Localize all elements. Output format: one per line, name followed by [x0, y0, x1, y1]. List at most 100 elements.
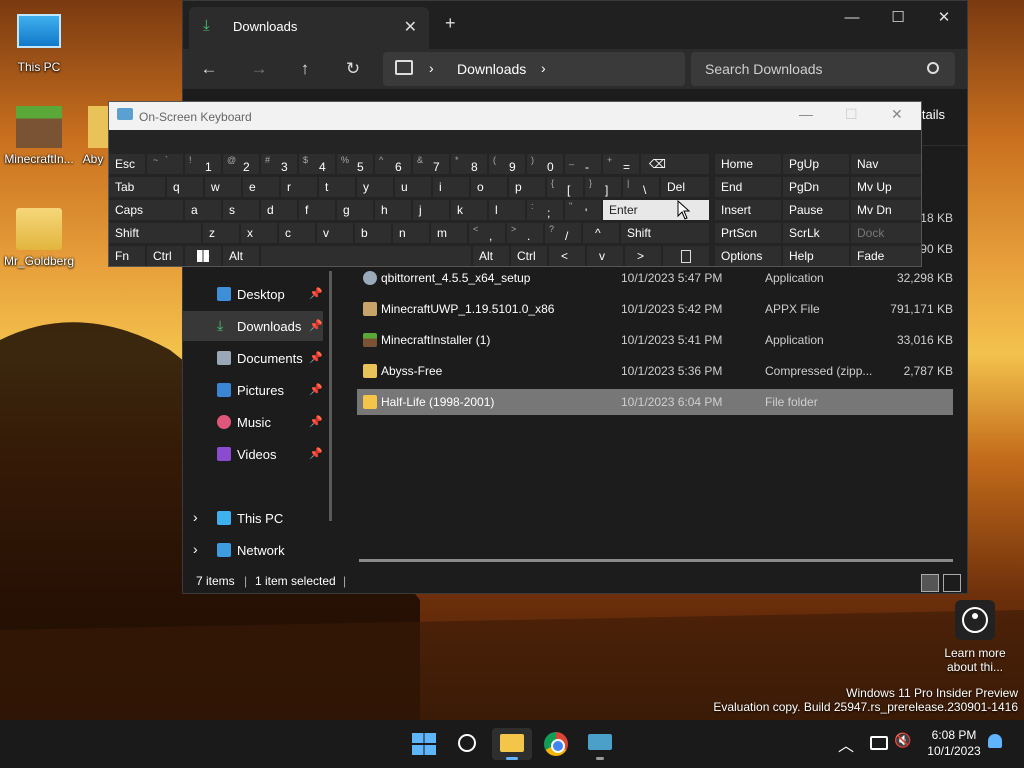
- key-q[interactable]: q: [167, 177, 203, 197]
- key-fade[interactable]: Fade: [851, 246, 921, 266]
- key-g[interactable]: g: [337, 200, 373, 220]
- chrome-taskbar-button[interactable]: [536, 728, 576, 760]
- key-end[interactable]: End: [715, 177, 781, 197]
- network-icon[interactable]: [870, 736, 888, 750]
- close-tab-icon[interactable]: ✕: [404, 17, 417, 37]
- osk-title-bar[interactable]: On-Screen Keyboard — ☐ ✕: [109, 102, 921, 130]
- key-z[interactable]: z: [203, 223, 239, 243]
- key-tab[interactable]: Tab: [109, 177, 165, 197]
- key-m[interactable]: m: [431, 223, 467, 243]
- key-menu[interactable]: [663, 246, 709, 266]
- key-slash[interactable]: ? /: [545, 223, 581, 243]
- key-insert[interactable]: Insert: [715, 200, 781, 220]
- table-row[interactable]: MinecraftInstaller (1) 10/1/2023 5:41 PM…: [357, 327, 953, 353]
- key-alt[interactable]: Alt: [223, 246, 259, 266]
- key-o[interactable]: o: [471, 177, 507, 197]
- pane-scrollbar[interactable]: [329, 271, 332, 521]
- maximize-button[interactable]: ☐: [875, 5, 921, 31]
- breadcrumb-downloads[interactable]: Downloads: [457, 61, 526, 77]
- desktop-icon-this-pc[interactable]: This PC: [0, 10, 78, 74]
- key-page-up[interactable]: PgUp: [783, 154, 849, 174]
- key-u[interactable]: u: [395, 177, 431, 197]
- close-window-button[interactable]: ✕: [891, 106, 903, 123]
- key-move-down[interactable]: Mv Dn: [851, 200, 921, 220]
- address-bar[interactable]: › Downloads ›: [383, 52, 685, 86]
- key-n[interactable]: n: [393, 223, 429, 243]
- key-w[interactable]: w: [205, 177, 241, 197]
- clock[interactable]: 6:08 PM 10/1/2023: [924, 728, 984, 758]
- desktop-icon-mr-goldberg[interactable]: Mr_Goldberg: [0, 208, 78, 268]
- key-k[interactable]: k: [451, 200, 487, 220]
- forward-icon[interactable]: →: [245, 55, 273, 83]
- key-caps-lock[interactable]: Caps: [109, 200, 183, 220]
- key-8[interactable]: * 8: [451, 154, 487, 174]
- key-y[interactable]: y: [357, 177, 393, 197]
- sidebar-item-documents[interactable]: Documents 📌: [183, 343, 323, 373]
- key-space[interactable]: [261, 246, 471, 266]
- key-down-arrow[interactable]: v: [587, 246, 623, 266]
- tab-downloads[interactable]: ⤓ Downloads ✕: [189, 7, 429, 49]
- key-h[interactable]: h: [375, 200, 411, 220]
- key-enter[interactable]: Enter: [603, 200, 709, 220]
- key-move-up[interactable]: Mv Up: [851, 177, 921, 197]
- sidebar-item-pictures[interactable]: Pictures 📌: [183, 375, 323, 405]
- start-button[interactable]: [404, 728, 444, 760]
- key-options[interactable]: Options: [715, 246, 781, 266]
- key-scroll-lock[interactable]: ScrLk: [783, 223, 849, 243]
- maximize-button[interactable]: ☐: [845, 106, 858, 123]
- volume-muted-icon[interactable]: 🔇: [894, 732, 911, 749]
- key-windows[interactable]: [185, 246, 221, 266]
- new-tab-icon[interactable]: +: [445, 13, 456, 34]
- desktop-icon-abyss[interactable]: Aby: [78, 106, 108, 166]
- key-i[interactable]: i: [433, 177, 469, 197]
- key-4[interactable]: $4: [299, 154, 335, 174]
- chevron-right-icon[interactable]: ›: [193, 509, 198, 525]
- key-c[interactable]: c: [279, 223, 315, 243]
- key-delete[interactable]: Del: [661, 177, 709, 197]
- key-esc[interactable]: Esc: [109, 154, 145, 174]
- minimize-button[interactable]: —: [829, 5, 875, 31]
- key-right-bracket[interactable]: }]: [585, 177, 621, 197]
- key-help[interactable]: Help: [783, 246, 849, 266]
- notification-bell-icon[interactable]: [988, 734, 1002, 748]
- key-d[interactable]: d: [261, 200, 297, 220]
- key-r[interactable]: r: [281, 177, 317, 197]
- key-print-screen[interactable]: PrtScn: [715, 223, 781, 243]
- refresh-icon[interactable]: ↻: [339, 55, 367, 83]
- learn-more-widget[interactable]: Learn more about thi...: [940, 600, 1010, 674]
- key-3[interactable]: #3: [261, 154, 297, 174]
- key-nav[interactable]: Nav: [851, 154, 921, 174]
- sidebar-item-desktop[interactable]: Desktop 📌: [183, 279, 323, 309]
- key-comma[interactable]: <,: [469, 223, 505, 243]
- key-a[interactable]: a: [185, 200, 221, 220]
- close-window-button[interactable]: ✕: [921, 5, 967, 31]
- table-row-selected[interactable]: Half-Life (1998-2001) 10/1/2023 6:04 PM …: [357, 389, 953, 415]
- key-6[interactable]: ^ 6: [375, 154, 411, 174]
- table-row[interactable]: Abyss-Free 10/1/2023 5:36 PM Compressed …: [357, 358, 953, 384]
- key-left-bracket[interactable]: {[: [547, 177, 583, 197]
- key-1[interactable]: ! 1: [185, 154, 221, 174]
- key-e[interactable]: e: [243, 177, 279, 197]
- sidebar-item-downloads[interactable]: ⤓ Downloads 📌: [183, 311, 323, 341]
- key-0[interactable]: ) 0: [527, 154, 563, 174]
- key-semicolon[interactable]: :;: [527, 200, 563, 220]
- key-fn[interactable]: Fn: [109, 246, 145, 266]
- key-9[interactable]: (9: [489, 154, 525, 174]
- key-j[interactable]: j: [413, 200, 449, 220]
- key-up-arrow[interactable]: ^: [583, 223, 619, 243]
- key-t[interactable]: t: [319, 177, 355, 197]
- key-shift[interactable]: Shift: [109, 223, 201, 243]
- key-home[interactable]: Home: [715, 154, 781, 174]
- table-row[interactable]: MinecraftUWP_1.19.5101.0_x86 10/1/2023 5…: [357, 296, 953, 322]
- horizontal-scrollbar[interactable]: [359, 559, 953, 562]
- key-ctrl[interactable]: Ctrl: [147, 246, 183, 266]
- sidebar-item-music[interactable]: Music 📌: [183, 407, 323, 437]
- key-backspace[interactable]: ⌫: [641, 154, 709, 174]
- key-right-arrow[interactable]: >: [625, 246, 661, 266]
- chevron-right-icon[interactable]: ›: [193, 541, 198, 557]
- chevron-up-icon[interactable]: ︿: [838, 732, 854, 756]
- sidebar-item-this-pc[interactable]: › This PC: [183, 503, 323, 533]
- file-explorer-taskbar-button[interactable]: [492, 728, 532, 760]
- key-b[interactable]: b: [355, 223, 391, 243]
- key-quote[interactable]: " ': [565, 200, 601, 220]
